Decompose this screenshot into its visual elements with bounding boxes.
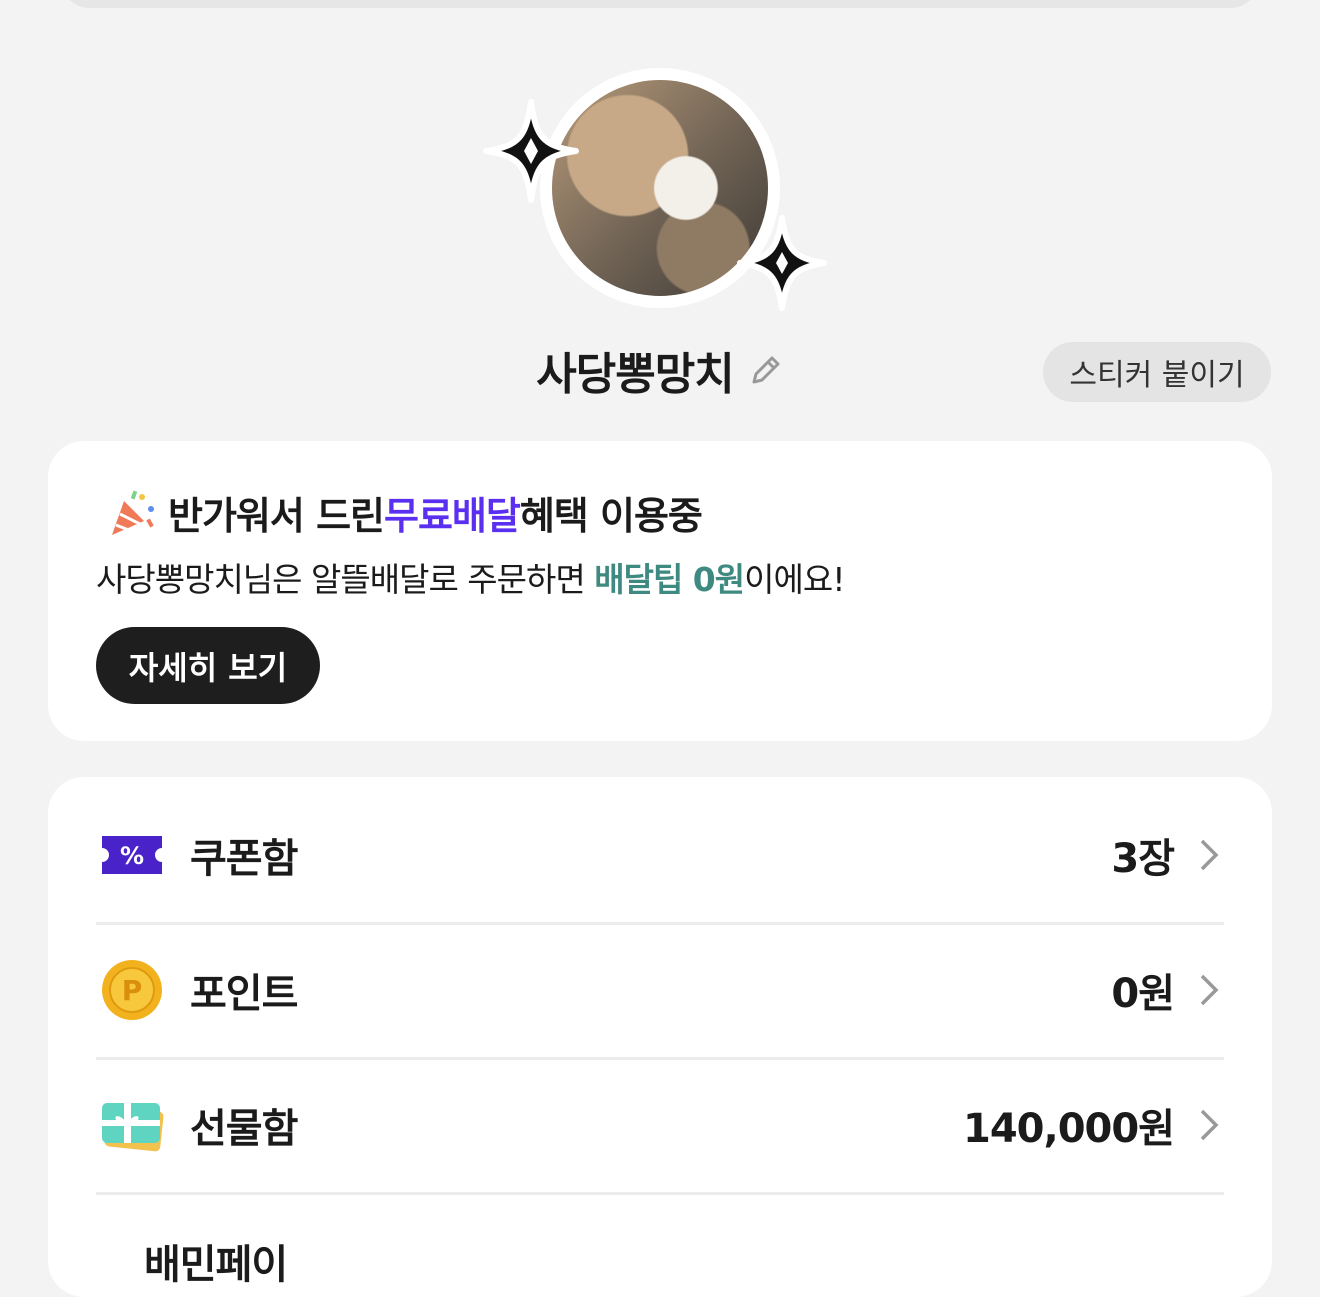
menu-label: 쿠폰함 xyxy=(190,835,298,882)
promo-sub-highlight: 배달팁 0원 xyxy=(594,560,745,599)
promo-subtitle: 사당뽕망치님은 알뜰배달로 주문하면 배달팁 0원이에요! xyxy=(96,553,845,601)
menu-value: 3장 xyxy=(1111,835,1175,882)
menu-label-pay[interactable]: 배민페이 xyxy=(144,1232,288,1290)
view-details-button[interactable]: 자세히 보기 xyxy=(96,627,320,704)
sparkle-sticker-icon xyxy=(482,98,580,204)
top-search-bar[interactable] xyxy=(60,0,1260,8)
chevron-right-icon xyxy=(1200,1109,1219,1140)
promo-title-highlight: 무료배달 xyxy=(384,494,521,538)
free-delivery-card: 반가워서 드린 무료배달 혜택 이용중 사당뽕망치님은 알뜰배달로 주문하면 배… xyxy=(48,441,1272,741)
edit-pencil-icon[interactable] xyxy=(748,352,784,388)
point-coin-icon: P xyxy=(96,954,168,1026)
wallet-menu-card: % 쿠폰함 3장 P 포인트 0원 선물함 140,000원 xyxy=(48,777,1272,1297)
promo-sub-suffix: 이에요! xyxy=(744,560,845,599)
menu-row-gifts[interactable]: 선물함 140,000원 xyxy=(96,1057,1224,1195)
svg-text:P: P xyxy=(122,974,143,1007)
chevron-right-icon xyxy=(1200,974,1219,1005)
menu-row-points[interactable]: P 포인트 0원 xyxy=(96,922,1224,1060)
party-popper-icon xyxy=(112,490,154,535)
promo-title-suffix: 혜택 이용중 xyxy=(519,494,703,538)
promo-title-prefix: 반가워서 드린 xyxy=(168,494,385,538)
svg-text:%: % xyxy=(120,842,144,870)
menu-label: 선물함 xyxy=(190,1105,298,1152)
add-sticker-button[interactable]: 스티커 붙이기 xyxy=(1043,342,1271,402)
menu-value: 0원 xyxy=(1111,970,1175,1017)
sparkle-sticker-icon xyxy=(736,214,828,312)
chevron-right-icon xyxy=(1200,839,1219,870)
coupon-icon: % xyxy=(96,819,168,891)
menu-label: 포인트 xyxy=(190,970,298,1017)
menu-value: 140,000원 xyxy=(963,1105,1175,1152)
promo-sub-prefix: 사당뽕망치님은 알뜰배달로 주문하면 xyxy=(96,560,595,599)
nickname: 사당뽕망치 xyxy=(536,349,734,400)
promo-title: 반가워서 드린 무료배달 혜택 이용중 xyxy=(106,485,703,540)
menu-row-coupons[interactable]: % 쿠폰함 3장 xyxy=(96,787,1224,925)
gift-card-icon xyxy=(96,1089,168,1161)
